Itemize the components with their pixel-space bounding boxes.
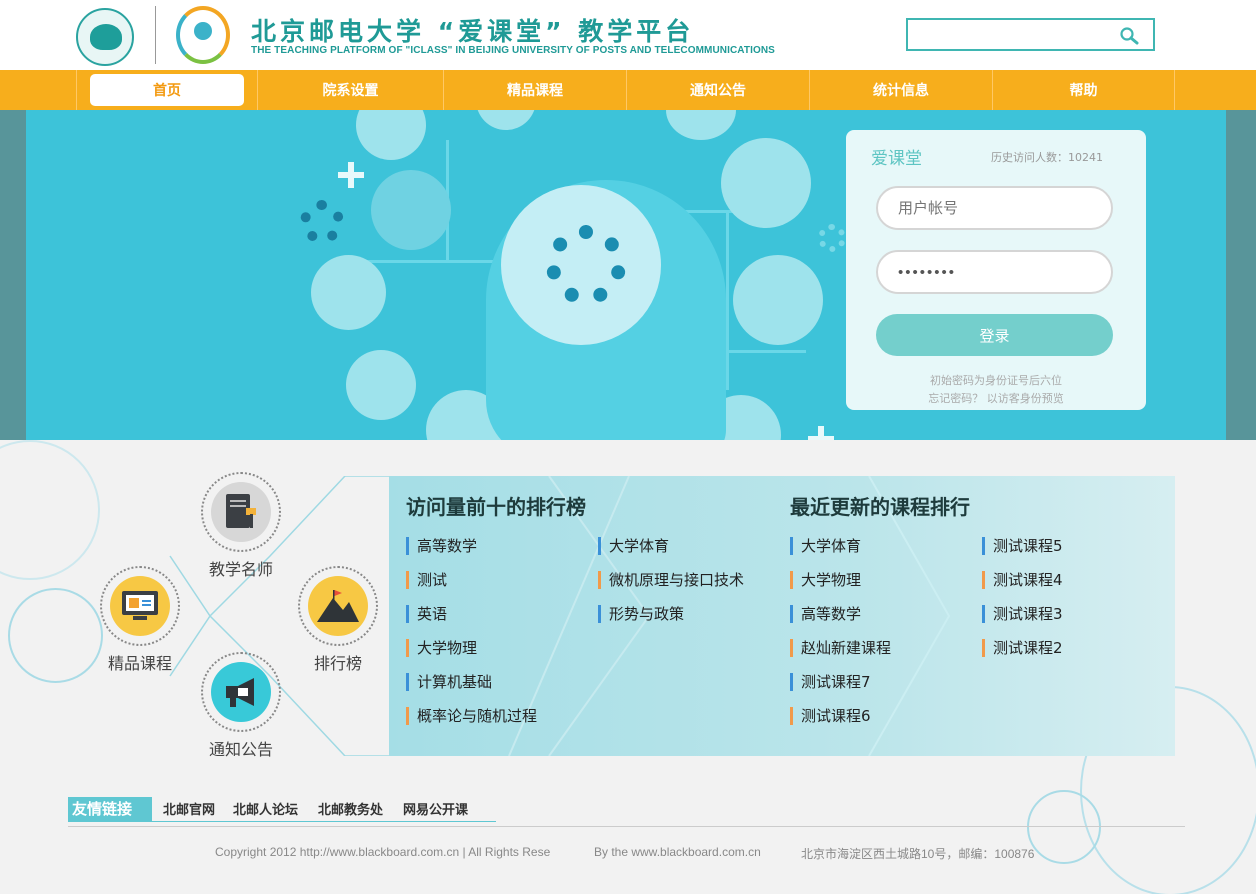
rank-item[interactable]: 测试课程5 xyxy=(982,537,1063,555)
rank-item[interactable]: 测试课程7 xyxy=(790,673,871,691)
iclass-logo[interactable] xyxy=(176,6,230,64)
footer-copyright: Copyright 2012 http://www.blackboard.com… xyxy=(215,845,551,859)
rank-item[interactable]: 概率论与随机过程 xyxy=(406,707,537,725)
site-title: 北京邮电大学 “爱课堂” 教学平台 xyxy=(251,17,695,46)
feature-rankings[interactable]: 排行榜 xyxy=(293,566,383,674)
rank-item[interactable]: 大学物理 xyxy=(406,639,477,657)
login-button[interactable]: 登录 xyxy=(876,314,1113,356)
rank-item[interactable]: 形势与政策 xyxy=(598,605,684,623)
footer-address: 北京市海淀区西土城路10号，邮编：100876 xyxy=(801,847,1035,861)
forgot-guest-links[interactable]: 忘记密码？ 以访客身份预览 xyxy=(846,390,1146,406)
feature-teachers[interactable]: 教学名师 xyxy=(196,472,286,580)
header: 北京邮电大学 “爱课堂” 教学平台 THE TEACHING PLATFORM … xyxy=(0,0,1256,70)
megaphone-icon xyxy=(211,662,271,722)
password-hint: 初始密码为身份证号后六位 xyxy=(930,374,1062,387)
login-panel: 爱课堂 历史访问人数：10241 登录 初始密码为身份证号后六位 忘记密码？ 以… xyxy=(846,130,1146,410)
feature-quality-courses[interactable]: 精品课程 xyxy=(95,566,185,674)
rank-item[interactable]: 计算机基础 xyxy=(406,673,492,691)
rank-item[interactable]: 高等数学 xyxy=(790,605,861,623)
friend-link-bupt[interactable]: 北邮官网 xyxy=(163,799,215,818)
bupt-logo[interactable] xyxy=(76,8,134,66)
rank-item[interactable]: 大学物理 xyxy=(790,571,861,589)
rank-item[interactable]: 高等数学 xyxy=(406,537,477,555)
search-box xyxy=(906,18,1155,51)
friend-link-byr-forum[interactable]: 北邮人论坛 xyxy=(233,799,298,818)
nav-item-help[interactable]: 帮助 xyxy=(992,70,1175,110)
mountain-flag-icon xyxy=(308,576,368,636)
rank-item[interactable]: 测试课程2 xyxy=(982,639,1063,657)
rank-item[interactable]: 测试 xyxy=(406,571,447,589)
logo-divider xyxy=(155,6,156,64)
friend-links-label: 友情链接 xyxy=(68,797,152,821)
username-input[interactable] xyxy=(876,186,1113,230)
rank-item[interactable]: 大学体育 xyxy=(598,537,669,555)
visit-counter: 历史访问人数：10241 xyxy=(991,151,1103,164)
footer-by: By the www.blackboard.com.cn xyxy=(594,845,761,859)
nav-item-departments[interactable]: 院系设置 xyxy=(257,70,443,110)
friend-link-academic-affairs[interactable]: 北邮教务处 xyxy=(318,799,383,818)
rank-item[interactable]: 测试课程3 xyxy=(982,605,1063,623)
footer-divider xyxy=(68,826,1185,827)
search-icon[interactable] xyxy=(1119,26,1139,46)
rank-item[interactable]: 测试课程4 xyxy=(982,571,1063,589)
login-title: 爱课堂 xyxy=(871,149,922,169)
computer-icon xyxy=(110,576,170,636)
nav-item-statistics[interactable]: 统计信息 xyxy=(809,70,992,110)
friend-links-underline xyxy=(68,821,496,822)
teacher-book-icon xyxy=(211,482,271,542)
nav-item-courses[interactable]: 精品课程 xyxy=(443,70,626,110)
rank-item[interactable]: 英语 xyxy=(406,605,447,623)
recent-updated-title: 最近更新的课程排行 xyxy=(790,495,970,519)
password-input[interactable] xyxy=(876,250,1113,294)
feature-notices[interactable]: 通知公告 xyxy=(196,652,286,760)
rank-item[interactable]: 微机原理与接口技术 xyxy=(598,571,744,589)
top-visited-title: 访问量前十的排行榜 xyxy=(406,495,586,519)
rank-item[interactable]: 大学体育 xyxy=(790,537,861,555)
nav-item-home[interactable]: 首页 xyxy=(76,70,257,110)
main-nav: 首页 院系设置 精品课程 通知公告 统计信息 帮助 xyxy=(0,70,1256,110)
friend-link-163-open[interactable]: 网易公开课 xyxy=(403,799,468,818)
nav-item-notices[interactable]: 通知公告 xyxy=(626,70,809,110)
site-subtitle: THE TEACHING PLATFORM OF "ICLASS" IN BEI… xyxy=(251,45,775,56)
search-input[interactable] xyxy=(908,20,1108,49)
rank-item[interactable]: 赵灿新建课程 xyxy=(790,639,891,657)
rank-item[interactable]: 测试课程6 xyxy=(790,707,871,725)
